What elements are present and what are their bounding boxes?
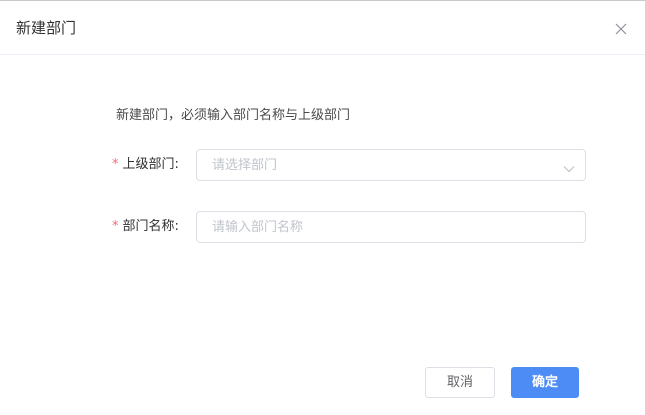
dialog-title: 新建部门 <box>16 19 77 37</box>
new-department-dialog: 新建部门 新建部门，必须输入部门名称与上级部门 * 上级部门: 请选择部门 * 部门… <box>0 0 645 415</box>
form-row-parent-department: * 上级部门: 请选择部门 <box>0 149 645 181</box>
dialog-header: 新建部门 <box>0 1 645 55</box>
close-icon[interactable] <box>612 20 630 38</box>
required-mark: * <box>112 157 119 172</box>
department-name-label: * 部门名称: <box>112 218 188 236</box>
parent-department-label: * 上级部门: <box>112 156 188 174</box>
form-row-department-name: * 部门名称: 请输入部门名称 <box>0 211 645 243</box>
chevron-down-icon <box>563 160 575 173</box>
department-name-placeholder: 请输入部门名称 <box>212 220 304 235</box>
parent-department-placeholder: 请选择部门 <box>212 158 278 173</box>
cancel-button[interactable]: 取消 <box>425 367 495 398</box>
parent-department-label-text: 上级部门: <box>122 157 179 172</box>
confirm-button[interactable]: 确定 <box>511 367 579 398</box>
parent-department-select[interactable]: 请选择部门 <box>196 149 586 181</box>
department-name-label-text: 部门名称: <box>122 219 179 234</box>
required-mark: * <box>112 219 119 234</box>
form-hint: 新建部门，必须输入部门名称与上级部门 <box>116 108 351 123</box>
department-name-input[interactable]: 请输入部门名称 <box>196 211 586 243</box>
